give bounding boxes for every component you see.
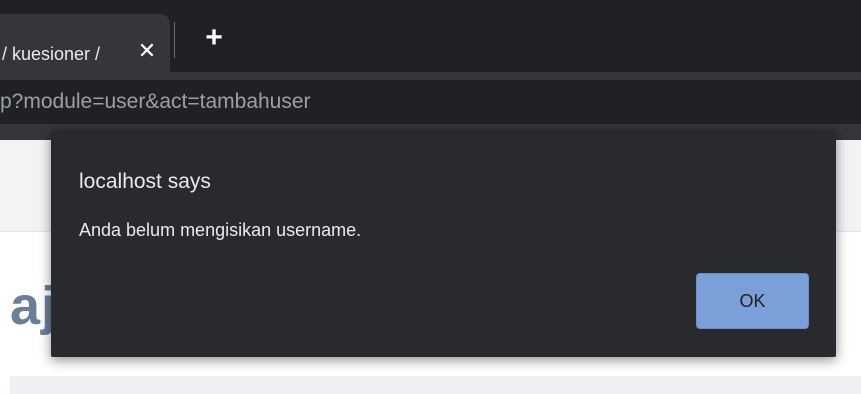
close-icon[interactable]: ✕	[136, 40, 158, 62]
plus-icon[interactable]: +	[200, 23, 228, 53]
dialog-title: localhost says	[79, 170, 211, 193]
alert-dialog: localhost says Anda belum mengisikan use…	[51, 130, 836, 357]
ok-button[interactable]: OK	[696, 273, 809, 329]
page-content-band	[10, 376, 861, 394]
browser-tab[interactable]: / kuesioner / ✕	[0, 14, 170, 72]
tab-separator	[174, 22, 175, 58]
address-bar-url: p?module=user&act=tambahuser	[0, 90, 311, 113]
browser-tab-strip: / kuesioner / ✕ +	[0, 0, 861, 72]
page-heading: aj	[10, 276, 58, 336]
tab-title: / kuesioner /	[2, 44, 101, 64]
address-bar[interactable]: p?module=user&act=tambahuser	[0, 80, 861, 124]
dialog-message: Anda belum mengisikan username.	[79, 220, 362, 240]
